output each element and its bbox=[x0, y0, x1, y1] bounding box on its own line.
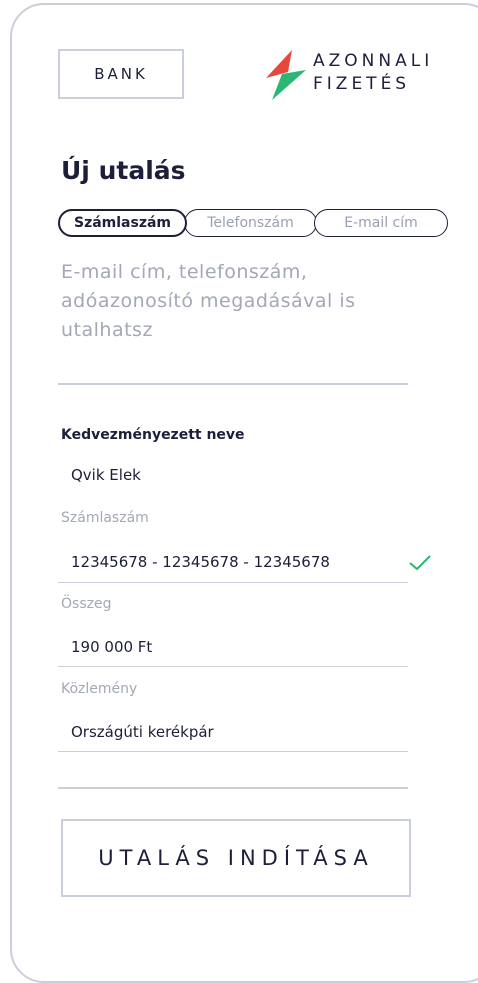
tab-label: Számlaszám bbox=[73, 215, 172, 231]
section-divider bbox=[58, 383, 408, 385]
note-label: Közlemény bbox=[61, 681, 138, 697]
note-field[interactable]: Országúti kerékpár bbox=[71, 723, 214, 741]
account-number-label: Számlaszám bbox=[61, 510, 149, 526]
amount-field[interactable]: 190 000 Ft bbox=[71, 638, 152, 656]
amount-label: Összeg bbox=[61, 596, 112, 612]
valid-check-icon bbox=[409, 555, 431, 571]
section-divider-bottom bbox=[58, 787, 408, 789]
amount-underline bbox=[58, 666, 408, 667]
bank-button[interactable]: BANK bbox=[58, 49, 184, 99]
beneficiary-name-field[interactable]: Qvik Elek bbox=[71, 466, 141, 484]
tab-label: E-mail cím bbox=[344, 215, 418, 231]
bank-button-label: BANK bbox=[94, 65, 148, 83]
logo-text-line2: FIZETÉS bbox=[313, 74, 411, 94]
lightning-logo-icon bbox=[266, 50, 306, 100]
account-number-underline bbox=[58, 582, 408, 583]
input-hint-text[interactable]: E-mail cím, telefonszám, adóazonosító me… bbox=[61, 258, 411, 345]
tab-email[interactable]: E-mail cím bbox=[314, 209, 448, 237]
start-transfer-label: UTALÁS INDÍTÁSA bbox=[98, 846, 374, 870]
tab-label: Telefonszám bbox=[207, 215, 294, 231]
account-number-field[interactable]: 12345678 - 12345678 - 12345678 bbox=[71, 553, 330, 571]
start-transfer-button[interactable]: UTALÁS INDÍTÁSA bbox=[61, 819, 411, 897]
tab-phone-number[interactable]: Telefonszám bbox=[184, 209, 317, 237]
tab-account-number[interactable]: Számlaszám bbox=[58, 209, 187, 237]
note-underline bbox=[58, 751, 408, 752]
page-title: Új utalás bbox=[61, 156, 186, 185]
azonnali-fizetes-logo: AZONNALI FIZETÉS bbox=[262, 48, 429, 104]
beneficiary-label: Kedvezményezett neve bbox=[61, 427, 245, 443]
logo-text-line1: AZONNALI bbox=[313, 51, 434, 71]
